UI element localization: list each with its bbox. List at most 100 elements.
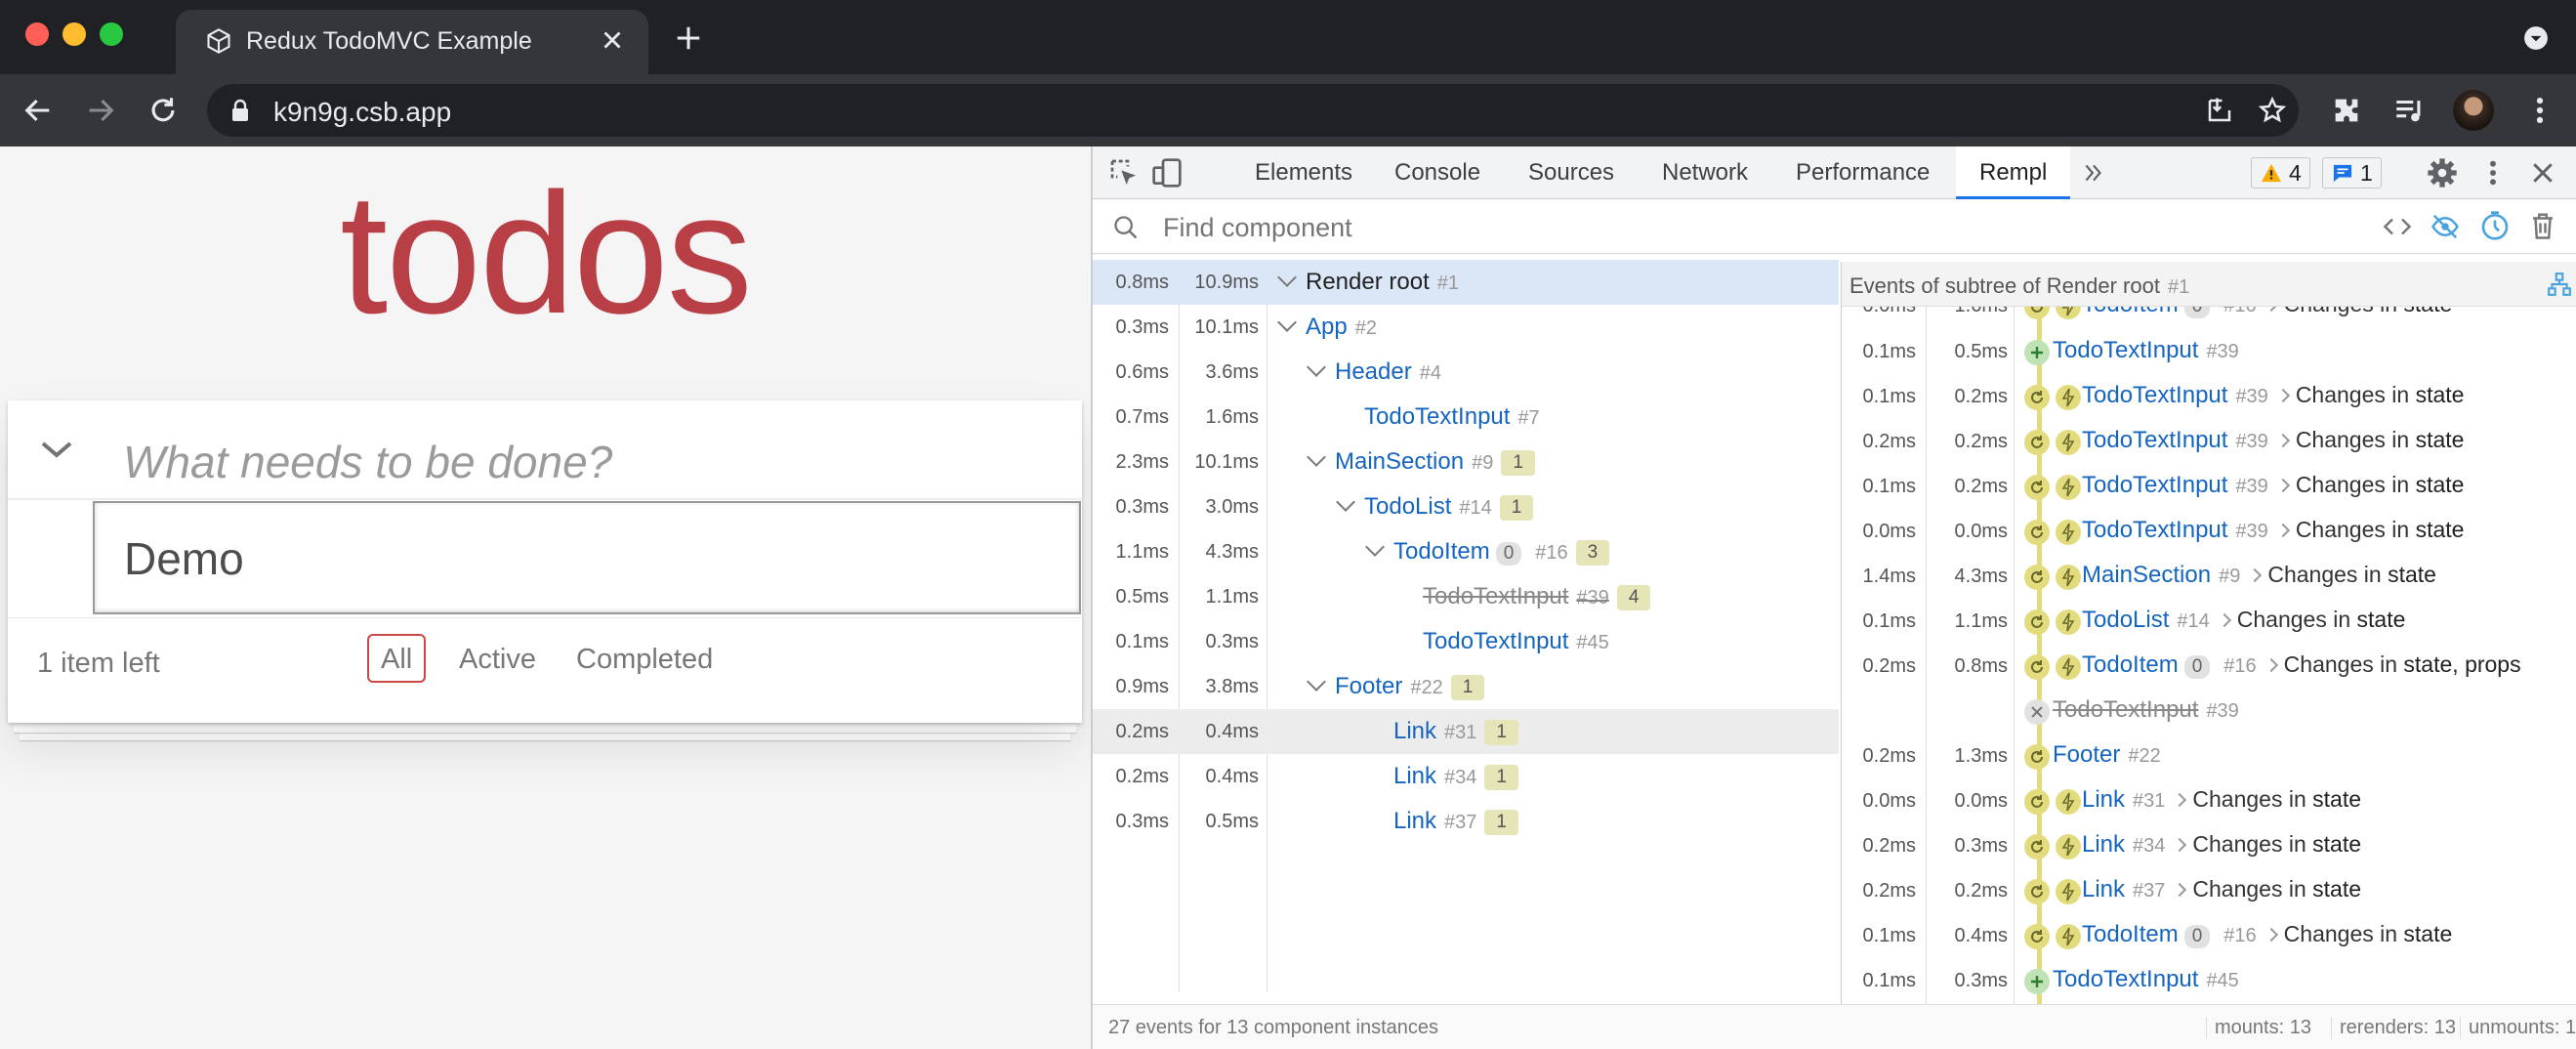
code-brackets-icon[interactable] (2382, 212, 2413, 241)
event-row[interactable]: 0.1ms 0.2ms TodoTextInput #39 Changes in sta… (1842, 464, 2576, 509)
tab-network[interactable]: Network (1661, 147, 1749, 199)
expand-chevron-icon[interactable] (2264, 657, 2278, 673)
expand-chevron-icon[interactable] (2275, 478, 2290, 493)
event-component-name[interactable]: TodoItem (2082, 651, 2179, 678)
tree-row[interactable]: 0.2ms 0.4ms Link #31 1 (1093, 709, 1839, 754)
tab-rempl[interactable]: Rempl (1956, 147, 2071, 199)
event-row[interactable]: 0.1ms 0.5ms TodoTextInput #39 (1842, 329, 2576, 374)
event-row[interactable]: 0.1ms 0.3ms TodoTextInput #45 (1842, 958, 2576, 1003)
event-row[interactable]: 0.1ms 0.4ms TodoItem 0 #16 Changes in state (1842, 913, 2576, 958)
tree-row[interactable]: 2.3ms 10.1ms MainSection #9 1 (1093, 440, 1839, 484)
expand-chevron-icon[interactable] (1277, 268, 1297, 287)
bookmark-star-icon[interactable] (2258, 96, 2287, 125)
lock-icon[interactable] (230, 99, 250, 122)
address-bar[interactable]: k9n9g.csb.app (207, 84, 2299, 137)
expand-chevron-icon[interactable] (2173, 792, 2187, 808)
event-component-name[interactable]: TodoTextInput (2053, 696, 2198, 723)
event-row[interactable]: 0.0ms 0.0ms TodoTextInput #39 Changes in sta… (1842, 509, 2576, 554)
event-component-name[interactable]: TodoTextInput (2082, 517, 2227, 543)
window-minimize-button[interactable] (62, 22, 86, 46)
reload-icon[interactable] (146, 94, 180, 127)
component-name[interactable]: Render root (1306, 269, 1430, 295)
tree-row[interactable]: 0.3ms 3.0ms TodoList #14 1 (1093, 484, 1839, 529)
window-close-button[interactable] (25, 22, 49, 46)
event-row[interactable]: 0.1ms 1.1ms TodoList #14 Changes in state (1842, 599, 2576, 644)
event-row[interactable]: 0.1ms 0.2ms TodoTextInput #39 Changes in sta… (1842, 374, 2576, 419)
event-component-name[interactable]: Link (2082, 786, 2125, 813)
tree-row[interactable]: 0.9ms 3.8ms Footer #22 1 (1093, 664, 1839, 709)
extensions-puzzle-icon[interactable] (2330, 94, 2363, 127)
tree-row[interactable]: 0.1ms 0.3ms TodoTextInput #45 (1093, 619, 1839, 664)
tree-row[interactable]: 0.7ms 1.6ms TodoTextInput #7 (1093, 395, 1839, 440)
tree-row[interactable]: 0.5ms 1.1ms TodoTextInput #39 4 (1093, 574, 1839, 619)
warnings-badge[interactable]: 4 (2251, 157, 2310, 189)
media-controls-icon[interactable] (2392, 94, 2426, 127)
event-row[interactable]: 0.2ms 1.3ms Footer #22 (1842, 734, 2576, 778)
filter-active[interactable]: Active (445, 634, 550, 683)
event-row[interactable]: 1.4ms 4.3ms MainSection #9 Changes in state (1842, 554, 2576, 599)
event-component-name[interactable]: Link (2082, 876, 2125, 902)
component-name[interactable]: Link (1393, 808, 1436, 834)
expand-chevron-icon[interactable] (1307, 447, 1326, 467)
tree-row[interactable]: 0.8ms 10.9ms Render root #1 (1093, 260, 1839, 305)
tree-row[interactable]: 0.3ms 10.1ms App #2 (1093, 305, 1839, 350)
tree-row[interactable]: 1.1ms 4.3ms TodoItem 0 #16 3 (1093, 529, 1839, 574)
component-name[interactable]: TodoTextInput (1364, 403, 1510, 430)
tree-row[interactable]: 0.3ms 0.5ms Link #37 1 (1093, 799, 1839, 844)
new-tab-icon[interactable] (674, 23, 703, 53)
expand-chevron-icon[interactable] (2275, 433, 2290, 448)
expand-chevron-icon[interactable] (1336, 492, 1355, 512)
component-name[interactable]: App (1306, 314, 1348, 340)
event-row[interactable]: 0.2ms 0.2ms TodoTextInput #39 Changes in sta… (1842, 419, 2576, 464)
messages-badge[interactable]: 1 (2322, 157, 2382, 189)
expand-chevron-icon[interactable] (2275, 523, 2290, 538)
device-toolbar-icon[interactable] (1151, 157, 1183, 189)
expand-chevron-icon[interactable] (2173, 882, 2187, 898)
event-component-name[interactable]: TodoTextInput (2082, 427, 2227, 453)
event-row[interactable]: 0.2ms 0.3ms Link #34 Changes in state (1842, 823, 2576, 868)
component-name[interactable]: TodoTextInput (1423, 583, 1568, 609)
event-component-name[interactable]: TodoTextInput (2082, 472, 2227, 498)
expand-chevron-icon[interactable] (2275, 388, 2290, 403)
event-row[interactable]: 0.2ms 0.2ms Link #37 Changes in state (1842, 868, 2576, 913)
event-component-name[interactable]: TodoTextInput (2082, 382, 2227, 408)
component-name[interactable]: Link (1393, 718, 1436, 744)
expand-chevron-icon[interactable] (1277, 313, 1297, 332)
component-name[interactable]: MainSection (1335, 448, 1464, 475)
expand-chevron-icon[interactable] (2248, 567, 2263, 583)
filter-completed[interactable]: Completed (562, 634, 727, 683)
tab-elements[interactable]: Elements (1254, 147, 1353, 199)
back-arrow-icon[interactable] (21, 94, 55, 127)
close-devtools-icon[interactable] (2528, 158, 2557, 188)
hidden-eye-icon[interactable] (2429, 212, 2462, 241)
event-component-name[interactable]: TodoTextInput (2053, 337, 2198, 363)
find-component-input[interactable] (1163, 213, 2042, 243)
expand-chevron-icon[interactable] (2173, 837, 2187, 853)
event-component-name[interactable]: TodoItem (2082, 921, 2179, 947)
tab-sources[interactable]: Sources (1527, 147, 1615, 199)
expand-chevron-icon[interactable] (2264, 927, 2278, 943)
settings-gear-icon[interactable] (2427, 157, 2458, 189)
component-name[interactable]: TodoList (1364, 493, 1451, 520)
timer-icon[interactable] (2479, 210, 2511, 241)
browser-menu-icon[interactable] (2523, 94, 2556, 127)
event-row[interactable]: 0.0ms 0.0ms Link #31 Changes in state (1842, 778, 2576, 823)
event-component-name[interactable]: TodoTextInput (2053, 966, 2198, 992)
filter-all[interactable]: All (367, 634, 427, 683)
tab-search-icon[interactable] (2523, 25, 2549, 51)
expand-chevron-icon[interactable] (1307, 357, 1326, 377)
component-name[interactable]: TodoItem (1393, 538, 1490, 565)
event-component-name[interactable]: MainSection (2082, 562, 2211, 588)
close-icon[interactable] (598, 25, 627, 55)
component-name[interactable]: Link (1393, 763, 1436, 789)
event-row[interactable]: TodoTextInput #39 (1842, 689, 2576, 734)
trash-icon[interactable] (2528, 210, 2557, 241)
event-row[interactable]: 0.2ms 0.8ms TodoItem 0 #16 Changes in state, … (1842, 644, 2576, 689)
install-app-icon[interactable] (2205, 96, 2234, 125)
expand-chevron-icon[interactable] (2217, 612, 2231, 628)
component-name[interactable]: TodoTextInput (1423, 628, 1568, 654)
toggle-all-chevron-icon[interactable] (37, 438, 76, 461)
new-todo-input[interactable]: What needs to be done? (123, 436, 612, 488)
window-zoom-button[interactable] (100, 22, 123, 46)
event-component-name[interactable]: Footer (2053, 741, 2120, 768)
